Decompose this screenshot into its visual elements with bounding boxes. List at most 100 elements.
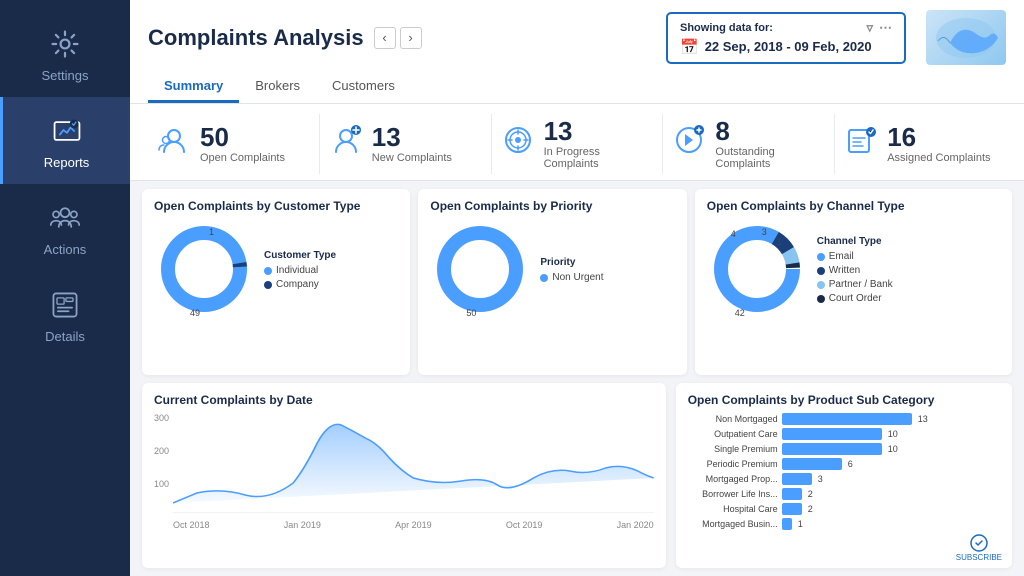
inprogress-complaints-value: 13 xyxy=(544,118,655,144)
sidebar-item-details-label: Details xyxy=(45,329,85,344)
open-by-channel-donut: 4 3 1 42 Channel Type Email Writt xyxy=(707,219,1000,324)
email-dot xyxy=(817,253,825,261)
bar-row-5: Borrower Life Ins... 2 xyxy=(688,488,1000,500)
tab-customers[interactable]: Customers xyxy=(316,71,411,103)
bar-label-6: Hospital Care xyxy=(688,504,778,514)
priority-donut-wrap: 50 xyxy=(430,219,530,324)
written-label: Written xyxy=(829,265,861,276)
x-label-oct2019: Oct 2019 xyxy=(506,520,543,530)
bar-bg-5 xyxy=(782,488,802,500)
bar-label-4: Mortgaged Prop... xyxy=(688,474,778,484)
donut-svg-wrap: 1 49 xyxy=(154,219,254,324)
court-order-label: Court Order xyxy=(829,293,882,304)
nav-back-button[interactable]: ‹ xyxy=(374,27,396,49)
x-label-jan2020: Jan 2020 xyxy=(617,520,654,530)
assigned-complaints-label: Assigned Complaints xyxy=(887,152,990,164)
priority-legend-title: Priority xyxy=(540,257,603,268)
bar-bg-2 xyxy=(782,443,882,455)
y-axis: 300 200 100 xyxy=(154,413,169,513)
sidebar-item-details[interactable]: Details xyxy=(0,271,130,358)
kpi-open-complaints: 50 Open Complaints xyxy=(148,114,319,174)
calendar-icon: 📅 xyxy=(680,38,699,56)
kpi-inprogress-complaints: 13 In Progress Complaints xyxy=(491,114,663,174)
date-filter-label-text: Showing data for: xyxy=(680,22,773,34)
legend-written: Written xyxy=(817,265,893,276)
email-label: Email xyxy=(829,251,854,262)
tab-summary[interactable]: Summary xyxy=(148,71,239,103)
line-chart-svg xyxy=(173,413,654,513)
bar-value-4: 3 xyxy=(818,474,823,484)
new-complaints-label: New Complaints xyxy=(372,152,452,164)
assigned-complaints-icon xyxy=(843,122,879,166)
tab-bar: Summary Brokers Customers xyxy=(148,71,1006,103)
channel-legend: Channel Type Email Written Partner / Ban… xyxy=(817,236,893,307)
bar-bg-3 xyxy=(782,458,842,470)
open-complaints-icon xyxy=(156,122,192,166)
kpi-assigned-complaints: 16 Assigned Complaints xyxy=(834,114,1006,174)
customer-legend-title: Customer Type xyxy=(264,250,336,261)
line-chart-body: 300 200 100 xyxy=(154,413,654,530)
new-complaints-value: 13 xyxy=(372,124,452,150)
date-range-text: 22 Sep, 2018 - 09 Feb, 2020 xyxy=(705,39,872,54)
legend-individual: Individual xyxy=(264,265,336,276)
donut-label-1: 1 xyxy=(209,227,214,237)
donut-svg-customer xyxy=(154,219,254,319)
bar-row-3: Periodic Premium 6 xyxy=(688,458,1000,470)
partner-bank-label: Partner / Bank xyxy=(829,279,893,290)
channel-label-1: 1 xyxy=(777,237,782,247)
bar-value-0: 13 xyxy=(918,414,928,424)
nonurgent-label: Non Urgent xyxy=(552,272,603,283)
sidebar-item-settings-label: Settings xyxy=(42,68,89,83)
channel-donut-wrap: 4 3 1 42 xyxy=(707,219,807,324)
partner-bank-dot xyxy=(817,281,825,289)
date-filter-box[interactable]: Showing data for: ▿ ⋯ 📅 22 Sep, 2018 - 0… xyxy=(666,12,906,64)
bar-row-6: Hospital Care 2 xyxy=(688,503,1000,515)
x-label-oct2018: Oct 2018 xyxy=(173,520,210,530)
by-product-chart: Open Complaints by Product Sub Category … xyxy=(676,383,1012,569)
bar-value-7: 1 xyxy=(798,519,803,529)
court-order-dot xyxy=(817,295,825,303)
tab-brokers[interactable]: Brokers xyxy=(239,71,316,103)
kpi-outstanding-complaints: 8 Outstanding Complaints xyxy=(662,114,834,174)
title-row: Complaints Analysis ‹ › xyxy=(148,25,422,51)
nonurgent-dot xyxy=(540,274,548,282)
sidebar-item-actions[interactable]: Actions xyxy=(0,184,130,271)
bar-value-3: 6 xyxy=(848,459,853,469)
individual-label: Individual xyxy=(276,265,318,276)
bar-bg-4 xyxy=(782,473,812,485)
bar-chart-body: Non Mortgaged 13 Outpatient Care 10 Sing… xyxy=(688,413,1000,530)
main-content: Complaints Analysis ‹ › Showing data for… xyxy=(130,0,1024,576)
open-by-customer-chart: Open Complaints by Customer Type 1 49 Cu… xyxy=(142,189,410,375)
date-filter-icons: ▿ ⋯ xyxy=(866,20,892,36)
bar-row-7: Mortgaged Busin... 1 xyxy=(688,518,1000,530)
open-by-channel-chart: Open Complaints by Channel Type xyxy=(695,189,1012,375)
bar-row-4: Mortgaged Prop... 3 xyxy=(688,473,1000,485)
subscribe-badge[interactable]: SUBSCRIBE xyxy=(956,533,1002,562)
individual-dot xyxy=(264,267,272,275)
sidebar-item-actions-label: Actions xyxy=(44,242,87,257)
bottom-charts-row: Current Complaints by Date 300 200 100 xyxy=(142,383,1012,569)
by-date-title: Current Complaints by Date xyxy=(154,393,654,407)
nav-forward-button[interactable]: › xyxy=(400,27,422,49)
legend-company: Company xyxy=(264,279,336,290)
open-complaints-label: Open Complaints xyxy=(200,152,285,164)
bar-label-0: Non Mortgaged xyxy=(688,414,778,424)
sidebar-item-settings[interactable]: Settings xyxy=(0,10,130,97)
subscribe-icon xyxy=(969,533,989,553)
bar-bg-1 xyxy=(782,428,882,440)
sidebar-item-reports-label: Reports xyxy=(44,155,90,170)
charts-area: Open Complaints by Customer Type 1 49 Cu… xyxy=(130,181,1024,576)
company-label: Company xyxy=(276,279,319,290)
page-title: Complaints Analysis xyxy=(148,25,364,51)
channel-label-42: 42 xyxy=(735,308,745,318)
header: Complaints Analysis ‹ › Showing data for… xyxy=(130,0,1024,104)
company-dot xyxy=(264,281,272,289)
subscribe-label: SUBSCRIBE xyxy=(956,553,1002,562)
bar-label-2: Single Premium xyxy=(688,444,778,454)
written-dot xyxy=(817,267,825,275)
by-date-chart: Current Complaints by Date 300 200 100 xyxy=(142,383,666,569)
donut-svg-channel xyxy=(707,219,807,319)
sidebar-item-reports[interactable]: Reports xyxy=(0,97,130,184)
open-by-priority-title: Open Complaints by Priority xyxy=(430,199,674,213)
y-label-100: 100 xyxy=(154,479,169,489)
